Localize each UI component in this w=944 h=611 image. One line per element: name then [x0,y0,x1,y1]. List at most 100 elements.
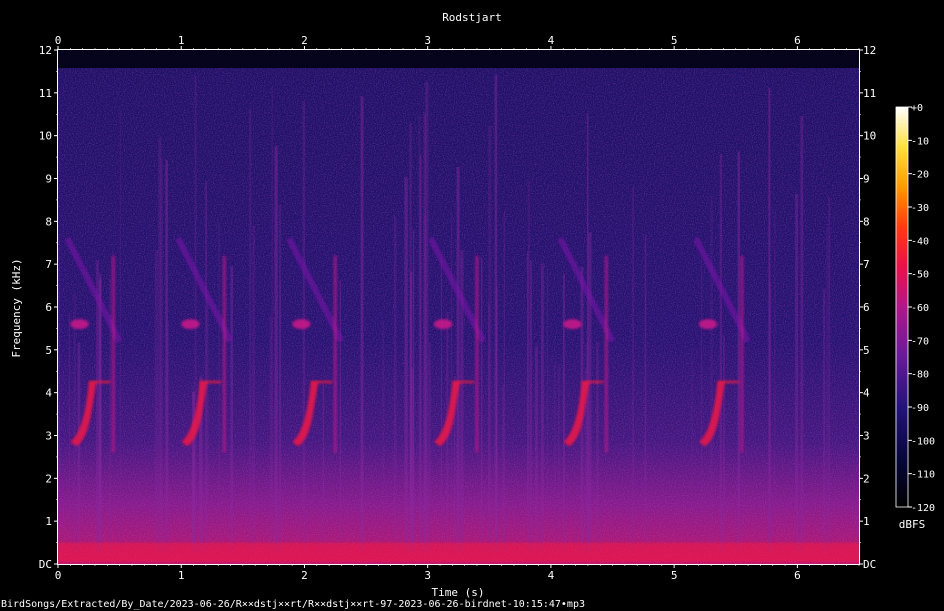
x-tick-label-top: 5 [671,34,678,47]
transient-streak [410,368,415,552]
colorbar-tick-label: -20 [911,170,929,181]
colorbar-tick-label: -100 [911,436,935,447]
x-tick-label-bottom: 2 [301,569,308,582]
transient-streak [540,263,544,552]
transient-streak [98,279,101,552]
transient-streak [530,260,532,552]
call-high-note [70,319,89,330]
colorbar-tick-label: -10 [911,136,929,147]
transient-streak [795,193,799,552]
colorbar-tick-label: -40 [911,236,929,247]
transient-streak [119,109,122,552]
colorbar-ticks: +0 -10 -20 -30 -40 -50 -60 -70 -80 -90 -100 -110 -12… [908,103,935,514]
transient-streak [503,210,506,552]
y-tick-label-left: 4 [45,387,52,400]
y-tick-label-left: 12 [39,44,52,57]
transient-streak [774,210,776,552]
transient-streak [596,341,599,552]
x-tick-label-bottom: 3 [424,569,431,582]
colorbar-tick-label: -80 [911,370,929,381]
x-tick-label-top: 6 [794,34,801,47]
transient-streak [737,151,740,552]
call-high-note [433,319,453,330]
transient-streak [73,293,76,552]
file-path-footer: BirdSongs/Extracted/By_Date/2023-06-26/R… [1,599,585,610]
y-tick-label-left: 5 [45,344,52,357]
transient-streak [710,195,713,552]
transient-streak [723,335,725,552]
x-tick-label-bottom: 4 [548,569,555,582]
colorbar: +0 -10 -20 -30 -40 -50 -60 -70 -80 -90 -100 -110 -12… [895,103,935,531]
y-tick-label-left: 11 [39,87,52,100]
x-tick-label-bottom: 0 [55,569,62,582]
colorbar-tick-label: -120 [911,503,935,514]
call-click [604,255,608,453]
call-high-note [292,319,311,330]
transient-streak [588,232,592,552]
y-tick-label-left: 7 [45,258,52,271]
y-tick-label-left: 1 [45,515,52,528]
chart-title: Rodstjart [442,11,502,24]
y-tick-label-left: 10 [39,130,52,143]
transient-streak [494,74,498,552]
call-click [333,255,337,453]
y-tick-label-right: 7 [863,258,870,271]
transient-streak [535,346,538,552]
transient-streak [644,234,647,552]
transient-streak [823,288,826,552]
colorbar-tick-label: -60 [911,303,929,314]
x-tick-label-bottom: 6 [794,569,801,582]
transient-streak [322,383,324,552]
transient-streak [205,181,207,552]
call-click [111,255,115,453]
transient-streak [271,85,273,552]
low-frequency-noise-band [58,542,859,562]
transient-streak [826,227,828,552]
transient-streak [440,259,442,552]
y-tick-label-right: 10 [863,130,876,143]
colorbar-tick-label: -50 [911,270,929,281]
y-axis-label: Frequency (kHz) [10,258,23,357]
colorbar-gradient [895,106,909,508]
x-tick-label-top: 1 [178,34,185,47]
transient-streak [159,158,164,552]
transient-streak [154,249,159,552]
y-tick-label-right: 8 [863,215,870,228]
transient-streak [769,282,772,552]
transient-streak [339,280,341,552]
transient-streak [527,180,530,552]
transient-streak [404,177,408,552]
transient-streak [719,153,723,552]
call-click [222,255,226,453]
transient-streak [691,348,693,552]
y-tick-label-left: 3 [45,430,52,443]
y-tick-label-left: 8 [45,215,52,228]
transient-streak [252,225,255,552]
transient-streak [557,364,560,552]
call-high-note [563,319,582,330]
y-tick-label-right: 12 [863,44,876,57]
x-tick-label-bottom: 1 [178,569,185,582]
transient-streak [423,214,427,552]
transient-streak [800,116,804,552]
transient-streak [546,269,548,552]
y-tick-label-left: DC [39,558,52,571]
y-tick-label-right: 6 [863,301,870,314]
transient-streak [554,360,556,552]
colorbar-tick-label: +0 [911,103,923,114]
x-tick-label-bottom: 5 [671,569,678,582]
spectrogram-chart: Rodstjart 00112233445566 DC DC1 12 23 34 45 56… [10,11,935,599]
y-tick-label-left: 2 [45,472,52,485]
x-tick-label-top: 0 [55,34,62,47]
call-high-note [698,319,718,330]
y-tick-label-left: 9 [45,173,52,186]
transient-streak [218,223,221,552]
y-tick-label-right: 2 [863,472,870,485]
transient-streak [456,166,460,552]
y-tick-label-left: 6 [45,301,52,314]
transient-streak [249,108,252,552]
transient-streak [68,313,71,552]
transient-streak [450,212,453,552]
transient-streak [58,236,61,552]
y-tick-label-right: 4 [863,387,870,400]
